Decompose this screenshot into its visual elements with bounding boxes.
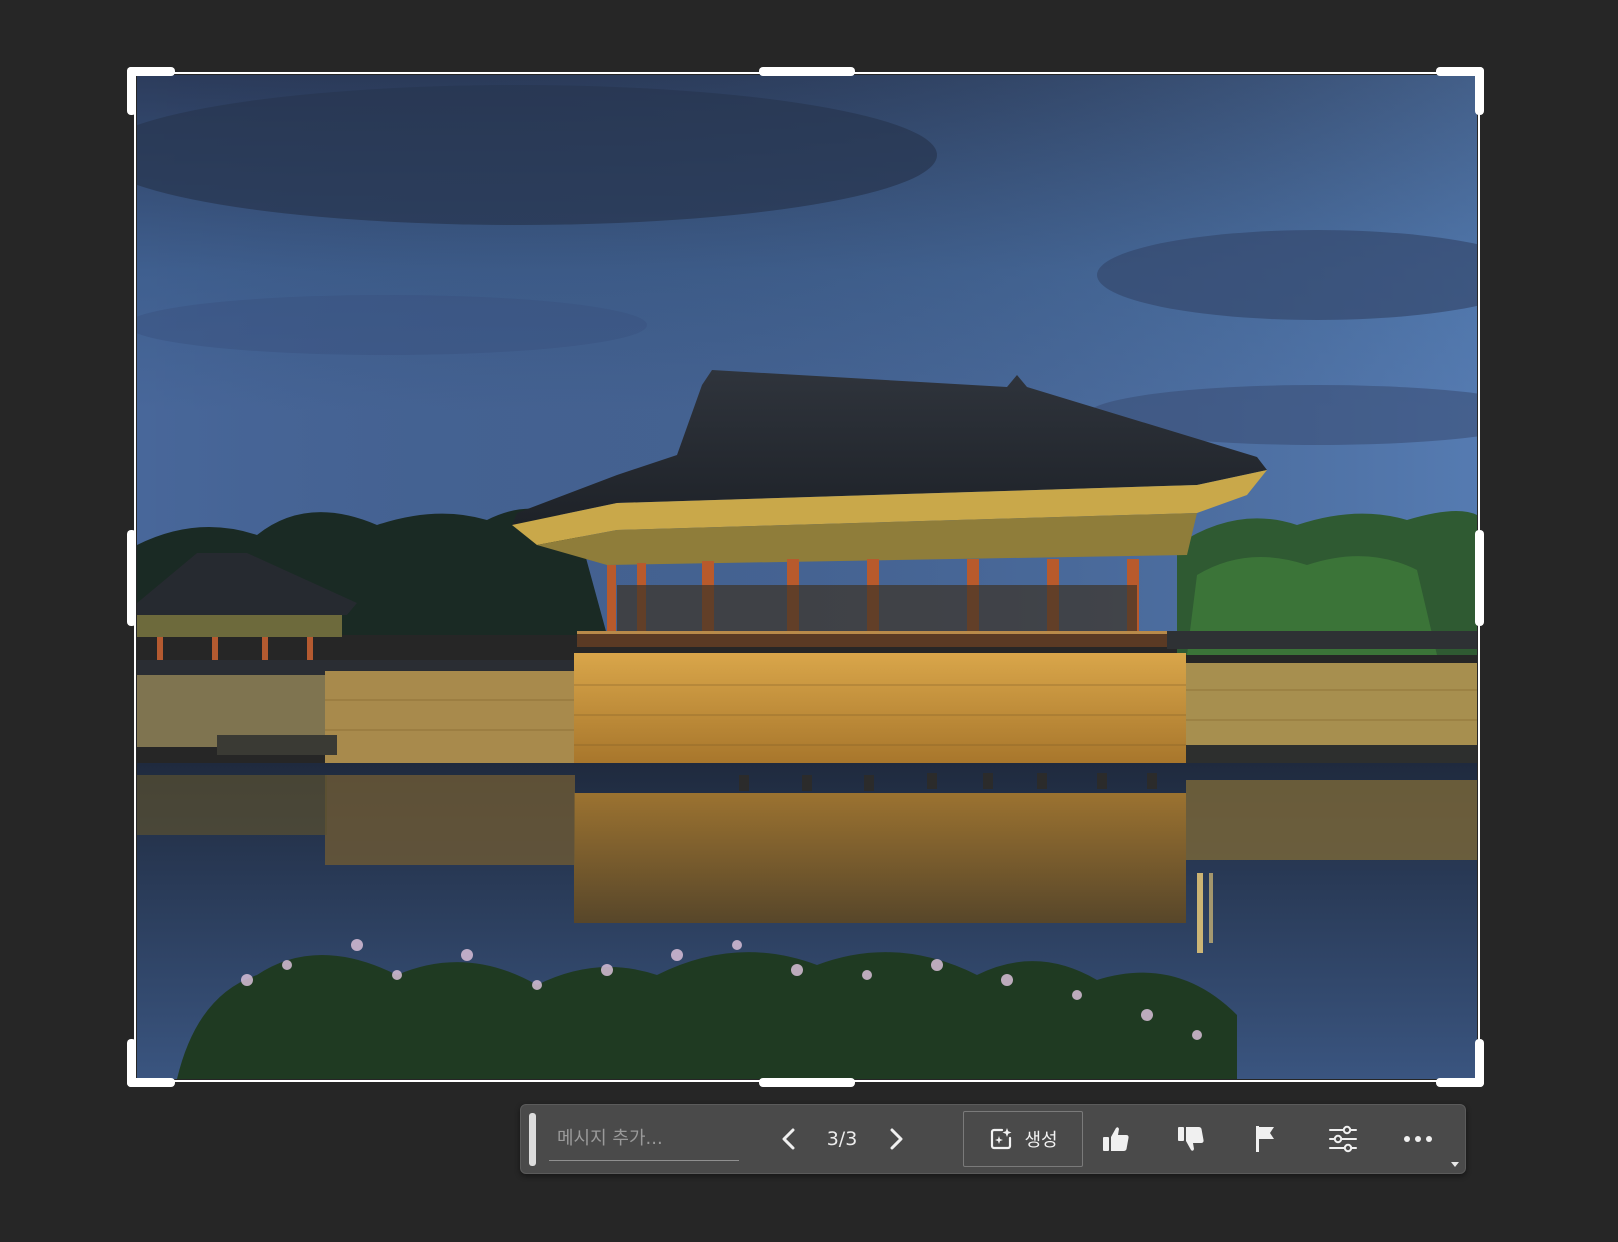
previous-button[interactable] xyxy=(764,1105,814,1173)
next-button[interactable] xyxy=(871,1105,921,1173)
crop-frame[interactable] xyxy=(134,72,1480,1082)
ellipsis-icon xyxy=(1404,1136,1432,1142)
chevron-down-icon[interactable] xyxy=(1451,1162,1459,1167)
handle-bottom-right-vertical[interactable] xyxy=(1475,1039,1484,1087)
dislike-button[interactable] xyxy=(1156,1105,1226,1173)
chevron-left-icon xyxy=(782,1128,795,1150)
generate-label: 생성 xyxy=(1024,1130,1058,1151)
thumbs-down-icon xyxy=(1178,1127,1204,1151)
chevron-right-icon xyxy=(890,1128,903,1150)
handle-left-center[interactable] xyxy=(127,530,136,626)
handle-top-right-vertical[interactable] xyxy=(1475,67,1484,115)
drag-grip-handle[interactable] xyxy=(529,1113,536,1166)
sliders-icon xyxy=(1329,1125,1357,1153)
handle-bottom-left-vertical[interactable] xyxy=(127,1039,136,1087)
more-options-button[interactable] xyxy=(1383,1105,1453,1173)
image-counter: 3/3 xyxy=(826,1128,858,1150)
generate-button[interactable]: 생성 xyxy=(963,1111,1083,1167)
message-input[interactable] xyxy=(549,1117,739,1161)
handle-top-center[interactable] xyxy=(759,67,855,76)
flag-icon xyxy=(1256,1126,1274,1152)
flag-button[interactable] xyxy=(1231,1105,1301,1173)
app-canvas: 3/3 생성 xyxy=(0,0,1618,1242)
settings-button[interactable] xyxy=(1308,1105,1378,1173)
handle-top-left-vertical[interactable] xyxy=(127,67,136,115)
handle-bottom-center[interactable] xyxy=(759,1078,855,1087)
handle-right-center[interactable] xyxy=(1475,530,1484,626)
like-button[interactable] xyxy=(1081,1105,1151,1173)
image-toolbar: 3/3 생성 xyxy=(520,1104,1466,1174)
thumbs-up-icon xyxy=(1103,1127,1129,1151)
sparkle-edit-icon xyxy=(991,1128,1012,1150)
